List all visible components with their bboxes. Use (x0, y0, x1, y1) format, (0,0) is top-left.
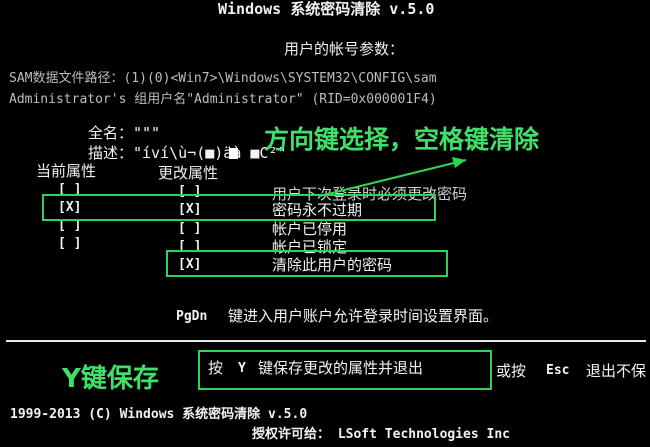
y-key[interactable]: Y (238, 362, 246, 375)
esc-key[interactable]: Esc (546, 364, 569, 377)
pgdn-key: PgDn (176, 309, 208, 324)
pgdn-hint: 键进入用户账户允许登录时间设置界面。 (228, 307, 499, 325)
or-press-label: 或按 (496, 362, 527, 380)
save-hint: 键保存更改的属性并退出 (258, 359, 424, 377)
press-label: 按 (208, 359, 224, 377)
divider-line (6, 340, 646, 342)
esc-hint: 退出不保 (586, 362, 647, 380)
save-annotation: Y键保存 (62, 364, 159, 394)
footer-copyright: 1999-2013 (C) Windows 系统密码清除 v.5.0 (10, 407, 308, 422)
footer-license: 授权许可给： LSoft Technologies Inc (252, 427, 511, 442)
